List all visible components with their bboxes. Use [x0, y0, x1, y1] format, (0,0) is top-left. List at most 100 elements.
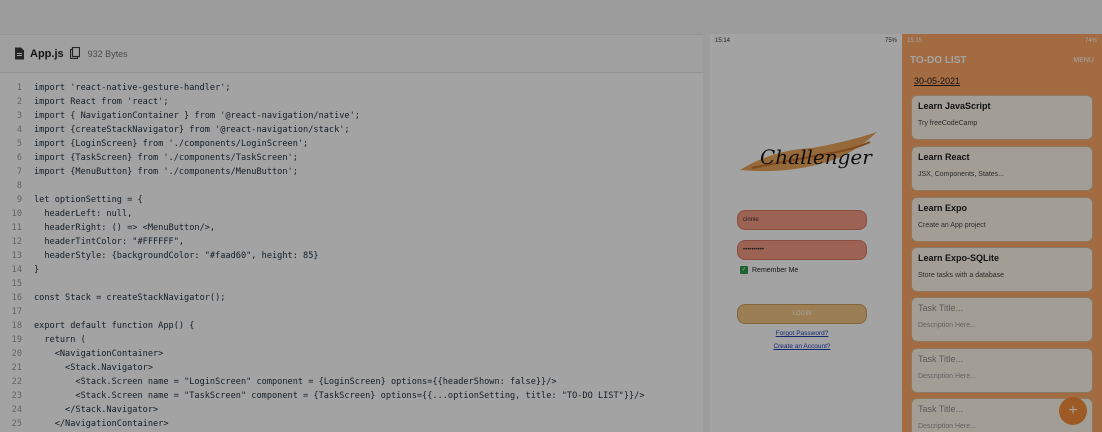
code-line: 16 const Stack = createStackNavigator();	[0, 291, 703, 305]
line-number: 2	[16, 97, 22, 107]
task-description: Create an App project	[918, 222, 986, 229]
task-title-placeholder: Task Title...	[918, 303, 964, 313]
line-number: 23	[11, 391, 22, 401]
line-number: 11	[11, 223, 22, 233]
create-account-link[interactable]: Create an Account?	[710, 343, 894, 350]
line-number: 24	[11, 405, 22, 415]
code-lines: 1 import 'react-native-gesture-handler'; 2…	[0, 81, 703, 431]
status-bar: 15:15 74%	[902, 34, 1102, 48]
code-text: }	[34, 265, 40, 275]
code-text: <NavigationContainer>	[34, 349, 164, 359]
task-description-placeholder: Description Here...	[918, 373, 976, 380]
code-line: 22 <Stack.Screen name = "LoginScreen" co…	[0, 375, 703, 389]
status-battery: 74%	[1084, 38, 1097, 44]
code-line: 8	[0, 179, 703, 193]
task-description-placeholder: Description Here...	[918, 322, 976, 329]
task-title: Learn React	[918, 152, 970, 162]
code-line: 20 <NavigationContainer>	[0, 347, 703, 361]
remember-me[interactable]: ✓ Remember Me	[740, 266, 798, 274]
line-number: 3	[16, 111, 22, 121]
file-name: App.js	[30, 47, 64, 60]
code-text: const Stack = createStackNavigator();	[34, 293, 226, 303]
line-number: 14	[11, 265, 22, 275]
line-number: 8	[16, 181, 22, 191]
code-text: export default function App() {	[34, 321, 195, 331]
code-text: import { NavigationContainer } from '@re…	[34, 111, 360, 121]
line-number: 7	[16, 167, 22, 177]
code-line: 14}	[0, 263, 703, 277]
login-phone-screen: 15:14 75% Challenger cinnie •••••••••• ✓…	[710, 34, 902, 432]
checkbox-checked-icon[interactable]: ✓	[740, 266, 748, 274]
add-task-button[interactable]: +	[1059, 397, 1087, 425]
code-line: 6 import {TaskScreen} from './components/…	[0, 151, 703, 165]
code-text: import {TaskScreen} from './components/T…	[34, 153, 298, 163]
forgot-password-link[interactable]: Forgot Password?	[710, 330, 894, 337]
empty-task-card[interactable]: Task Title... Description Here...	[911, 348, 1093, 393]
code-text: <Stack.Screen name = "TaskScreen" compon…	[34, 391, 645, 401]
password-input[interactable]: ••••••••••	[737, 240, 867, 260]
code-line: 25 </NavigationContainer>	[0, 417, 703, 431]
task-title: Learn Expo-SQLite	[918, 253, 1000, 263]
task-title: Learn Expo	[918, 203, 968, 213]
username-input[interactable]: cinnie	[737, 210, 867, 230]
code-text: return (	[34, 335, 86, 345]
code-line: 12 headerTintColor: "#FFFFFF",	[0, 235, 703, 249]
top-blank-strip	[0, 0, 1102, 34]
task-card[interactable]: Learn React JSX, Components, States...	[911, 146, 1093, 191]
file-size: 932 Bytes	[87, 48, 128, 59]
task-card[interactable]: Learn Expo Create an App project	[911, 197, 1093, 242]
code-text: </NavigationContainer>	[34, 419, 169, 429]
code-line: 17	[0, 305, 703, 319]
copy-icon[interactable]	[69, 47, 81, 60]
code-line: 7 import {MenuButton} from './components/…	[0, 165, 703, 179]
line-number: 16	[11, 293, 22, 303]
line-number: 15	[11, 279, 22, 289]
task-description-placeholder: Description Here...	[918, 423, 976, 430]
line-number: 22	[11, 377, 22, 387]
empty-task-card[interactable]: Task Title... Description Here...	[911, 297, 1093, 342]
status-time: 15:14	[715, 38, 731, 44]
menu-button[interactable]: MENU	[1073, 57, 1094, 64]
line-number: 6	[16, 153, 22, 163]
code-line: 19 return (	[0, 333, 703, 347]
code-text: headerLeft: null,	[34, 209, 133, 219]
code-editor-panel: App.js 932 Bytes 1 import 'react-native-g…	[0, 34, 703, 432]
code-line: 15	[0, 277, 703, 291]
status-battery: 75%	[884, 38, 897, 44]
line-number: 21	[11, 363, 22, 373]
line-number: 20	[11, 349, 22, 359]
code-text: <Stack.Navigator>	[34, 363, 153, 373]
code-text: </Stack.Navigator>	[34, 405, 159, 415]
code-text: headerRight: () => <MenuButton/>,	[34, 223, 216, 233]
line-number: 18	[11, 321, 22, 331]
app-title: TO-DO LIST	[910, 54, 967, 66]
code-text: import {LoginScreen} from './components/…	[34, 139, 309, 149]
code-text: headerTintColor: "#FFFFFF",	[34, 237, 185, 247]
task-card[interactable]: Learn JavaScript Try freeCodeCamp	[911, 95, 1093, 140]
challenger-logo: Challenger	[732, 120, 882, 190]
date-label: 30-05-2021	[914, 76, 961, 86]
code-line: 21 <Stack.Navigator>	[0, 361, 703, 375]
code-text: import {createStackNavigator} from '@rea…	[34, 125, 350, 135]
line-number: 9	[16, 195, 22, 205]
login-button[interactable]: LOGIN	[737, 304, 867, 324]
code-line: 5 import {LoginScreen} from './components…	[0, 137, 703, 151]
task-card[interactable]: Learn Expo-SQLite Store tasks with a dat…	[911, 247, 1093, 292]
status-bar: 15:14 75%	[710, 34, 902, 48]
line-number: 13	[11, 251, 22, 261]
code-line: 2 import React from 'react';	[0, 95, 703, 109]
line-number: 25	[11, 419, 22, 429]
task-description: JSX, Components, States...	[918, 171, 1004, 178]
code-text: import React from 'react';	[34, 97, 169, 107]
remember-label: Remember Me	[752, 266, 799, 274]
status-time: 15:15	[907, 38, 923, 44]
code-line: 13 headerStyle: {backgroundColor: "#faad…	[0, 249, 703, 263]
line-number: 4	[16, 125, 22, 135]
code-text: headerStyle: {backgroundColor: "#faad60"…	[34, 251, 319, 261]
code-line: 10 headerLeft: null,	[0, 207, 703, 221]
line-number: 12	[11, 237, 22, 247]
file-icon	[14, 47, 25, 60]
code-text: import 'react-native-gesture-handler';	[34, 83, 231, 93]
line-number: 10	[11, 209, 22, 219]
task-title-placeholder: Task Title...	[918, 354, 964, 364]
